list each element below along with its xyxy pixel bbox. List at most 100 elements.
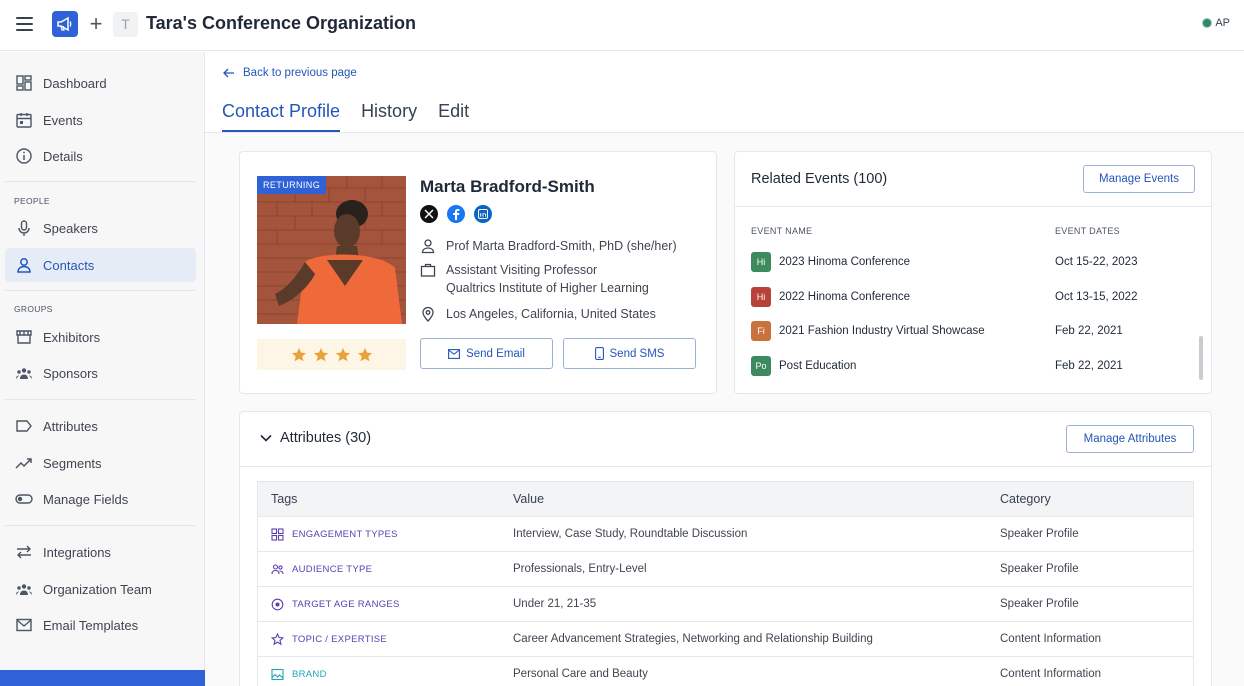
divider <box>240 466 1211 467</box>
star-icon <box>313 347 328 361</box>
category-cell: Content Information <box>1000 633 1102 645</box>
event-name: 2023 Hinoma Conference <box>779 256 911 268</box>
event-dates: Feb 22, 2021 <box>1055 325 1123 337</box>
star-icon <box>357 347 372 361</box>
sidebar-item-events[interactable]: Events <box>5 103 196 137</box>
tag-link[interactable]: TOPIC / EXPERTISE <box>292 634 387 645</box>
manage-events-button[interactable]: Manage Events <box>1083 165 1195 193</box>
sidebar-item-speakers[interactable]: Speakers <box>5 211 196 245</box>
column-category[interactable]: Category <box>1000 482 1051 516</box>
tag-link[interactable]: TARGET AGE RANGES <box>292 599 400 610</box>
divider <box>5 290 196 291</box>
sidebar-item-attributes[interactable]: Attributes <box>5 409 196 443</box>
related-events-title: Related Events (100) <box>751 171 888 187</box>
section-groups: GROUPS <box>14 304 53 314</box>
sidebar-item-segments[interactable]: Segments <box>5 446 196 480</box>
sidebar-item-details[interactable]: Details <box>5 139 196 173</box>
tag-link[interactable]: ENGAGEMENT TYPES <box>292 529 398 540</box>
sidebar-item-dashboard[interactable]: Dashboard <box>5 66 196 100</box>
arrows-icon <box>17 545 31 559</box>
table-row: TOPIC / EXPERTISE Career Advancement Str… <box>258 622 1193 657</box>
sidebar-item-label: Events <box>43 112 83 128</box>
tag-cell: BRAND <box>271 657 327 686</box>
linkedin-icon[interactable] <box>474 205 492 223</box>
event-badge: Hi <box>751 287 771 307</box>
sidebar-item-label: Integrations <box>43 544 111 560</box>
user-initials: AP <box>1215 17 1230 29</box>
mail-icon <box>448 348 461 359</box>
star-icon <box>291 347 306 361</box>
table-row: TARGET AGE RANGES Under 21, 21-35 Speake… <box>258 587 1193 622</box>
sidebar-item-manage-fields[interactable]: Manage Fields <box>5 482 196 516</box>
column-tags[interactable]: Tags <box>271 482 297 516</box>
menu-icon[interactable] <box>16 17 33 31</box>
tag-link[interactable]: BRAND <box>292 669 327 680</box>
table-row: BRAND Personal Care and Beauty Content I… <box>258 657 1193 686</box>
team-icon <box>16 584 32 595</box>
tag-link[interactable]: AUDIENCE TYPE <box>292 564 372 575</box>
category-cell: Speaker Profile <box>1000 598 1079 610</box>
divider <box>5 181 196 182</box>
back-link[interactable]: Back to previous page <box>223 67 357 79</box>
column-value[interactable]: Value <box>513 482 544 516</box>
megaphone-icon[interactable] <box>52 11 78 37</box>
calendar-icon <box>16 113 32 128</box>
phone-icon <box>594 347 604 360</box>
event-badge: Hi <box>751 252 771 272</box>
target-icon <box>271 598 284 610</box>
related-events-card: Related Events (100) Manage Events EVENT… <box>734 151 1212 394</box>
back-link-label: Back to previous page <box>243 67 357 79</box>
plus-icon[interactable]: + <box>87 13 105 35</box>
column-event-dates: EVENT DATES <box>1055 226 1120 236</box>
tag-cell: AUDIENCE TYPE <box>271 552 372 586</box>
sidebar-item-organization-team[interactable]: Organization Team <box>5 572 196 606</box>
sidebar-item-label: Sponsors <box>43 365 98 381</box>
manage-attributes-button[interactable]: Manage Attributes <box>1066 425 1194 453</box>
divider <box>5 399 196 400</box>
org-avatar[interactable]: T <box>113 12 138 37</box>
tab-history[interactable]: History <box>361 101 417 132</box>
people-icon <box>271 563 284 574</box>
chevron-down-icon <box>260 434 272 442</box>
star-icon <box>335 347 350 361</box>
contact-name: Marta Bradford-Smith <box>420 177 595 196</box>
x-icon[interactable] <box>420 205 438 223</box>
tab-edit[interactable]: Edit <box>438 101 469 132</box>
star-icon <box>271 632 284 645</box>
tab-bar: Contact Profile History Edit <box>222 101 490 132</box>
event-dates: Feb 22, 2021 <box>1055 360 1123 372</box>
sidebar-item-email-templates[interactable]: Email Templates <box>5 608 196 642</box>
send-email-button[interactable]: Send Email <box>420 338 553 369</box>
tag-cell: TOPIC / EXPERTISE <box>271 622 387 656</box>
value-cell: Personal Care and Beauty <box>513 668 648 680</box>
facebook-icon[interactable] <box>447 205 465 223</box>
event-name: Post Education <box>779 360 857 372</box>
event-dates: Oct 15-22, 2023 <box>1055 256 1138 268</box>
sidebar-item-exhibitors[interactable]: Exhibitors <box>5 320 196 354</box>
tab-contact-profile[interactable]: Contact Profile <box>222 101 341 132</box>
event-badge: Po <box>751 356 771 376</box>
attributes-table: Tags Value Category ENGAGEMENT TYPES Int… <box>257 481 1194 686</box>
event-row[interactable]: Hi 2022 Hinoma Conference Oct 13-15, 202… <box>751 286 1171 308</box>
value-cell: Professionals, Entry-Level <box>513 563 647 575</box>
sidebar-item-sponsors[interactable]: Sponsors <box>5 356 196 390</box>
sidebar: Dashboard Events Details PEOPLE Speakers… <box>0 52 205 686</box>
value-cell: Interview, Case Study, Roundtable Discus… <box>513 528 748 540</box>
job-row: Assistant Visiting Professor Qualtrics I… <box>420 261 649 297</box>
event-row[interactable]: Hi 2023 Hinoma Conference Oct 15-22, 202… <box>751 251 1171 273</box>
attributes-toggle[interactable]: Attributes (30) <box>260 430 371 446</box>
profile-card: RETURNING Marta Bradford-Smith Prof Mart… <box>239 151 717 394</box>
scrollbar-thumb[interactable] <box>1199 336 1203 380</box>
sidebar-item-label: Dashboard <box>43 75 107 91</box>
person-icon <box>421 239 435 254</box>
column-event-name: EVENT NAME <box>751 226 813 236</box>
sidebar-item-contacts[interactable]: Contacts <box>5 248 196 282</box>
event-row[interactable]: Fi 2021 Fashion Industry Virtual Showcas… <box>751 320 1171 342</box>
send-sms-button[interactable]: Send SMS <box>563 338 696 369</box>
event-row[interactable]: Po Post Education Feb 22, 2021 <box>751 355 1171 377</box>
status-dot-icon <box>1202 18 1213 28</box>
sidebar-item-integrations[interactable]: Integrations <box>5 535 196 569</box>
manage-attributes-label: Manage Attributes <box>1083 433 1177 445</box>
tag-icon <box>16 420 32 432</box>
user-status[interactable]: AP <box>1202 17 1230 29</box>
